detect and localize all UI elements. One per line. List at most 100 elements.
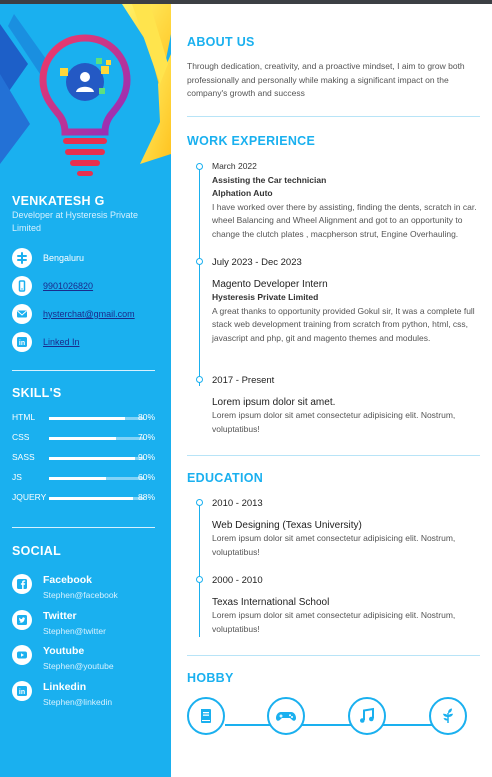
profile-illustration <box>0 4 171 184</box>
skill-bar <box>49 437 144 440</box>
skill-bar <box>49 477 144 480</box>
timeline-line <box>199 166 200 386</box>
timeline-dot <box>196 376 203 383</box>
linkedin-icon: in <box>12 332 32 352</box>
skill-percent: 88% <box>137 492 155 502</box>
skill-percent: 80% <box>137 412 155 422</box>
education-title: Web Designing (Texas University) <box>212 519 362 531</box>
location-icon <box>12 248 32 268</box>
work-description: I have worked over there by assisting, f… <box>212 201 477 239</box>
social-twitter-handle: Stephen@twitter <box>43 626 106 636</box>
work-title: Assisting the Car technician <box>212 174 327 185</box>
work-date: 2017 - Present <box>212 375 275 386</box>
skill-name: SASS <box>12 452 35 462</box>
skill-bar-fill <box>49 477 106 480</box>
timeline-dot <box>196 499 203 506</box>
education-title: Texas International School <box>212 596 330 608</box>
timeline-line <box>199 502 200 637</box>
work-entry: July 2023 - Dec 2023 Magento Developer I… <box>212 256 480 345</box>
education-date: 2000 - 2010 <box>212 575 263 586</box>
skill-name: JS <box>12 472 22 482</box>
skill-name: HTML <box>12 412 36 422</box>
work-entry: March 2022 Assisting the Car technician … <box>212 160 480 241</box>
education-entry: 2000 - 2010 Texas International School L… <box>212 574 480 636</box>
social-facebook[interactable]: Facebook Stephen@facebook <box>12 574 118 600</box>
twitter-icon <box>12 610 32 630</box>
education-description: Lorem ipsum dolor sit amet consectetur a… <box>212 610 456 634</box>
gamepad-icon <box>267 697 305 735</box>
section-divider <box>187 655 480 656</box>
contact-phone-link[interactable]: 9901026820 <box>43 281 93 291</box>
contact-phone: 9901026820 <box>12 276 93 296</box>
social-facebook-name: Facebook <box>43 574 93 586</box>
skill-bar-fill <box>49 457 135 460</box>
social-linkedin-name: Linkedin <box>43 681 87 693</box>
youtube-icon <box>12 645 32 665</box>
contact-linkedin: in Linked In <box>12 332 80 352</box>
svg-text:in: in <box>19 689 25 696</box>
social-twitter[interactable]: Twitter Stephen@twitter <box>12 610 106 636</box>
contact-location: Bengaluru <box>12 248 84 268</box>
skill-bar <box>49 497 144 500</box>
skills-heading: SKILL'S <box>12 386 62 400</box>
social-twitter-name: Twitter <box>43 610 77 622</box>
skill-row: CSS 70% <box>12 432 155 444</box>
music-icon <box>348 697 386 735</box>
work-title: Lorem ipsum dolor sit amet. <box>212 396 336 408</box>
contact-location-text: Bengaluru <box>43 253 85 263</box>
email-icon <box>12 304 32 324</box>
work-title: Magento Developer Intern <box>212 278 328 290</box>
skill-name: JQUERY <box>12 492 47 502</box>
profile-role: Developer at Hysteresis Private Limited <box>12 210 139 233</box>
svg-text:in: in <box>19 340 25 347</box>
section-divider <box>187 455 480 456</box>
skill-bar-fill <box>49 497 133 500</box>
work-description: A great thanks to opportunity provided G… <box>212 305 475 343</box>
section-divider <box>187 116 480 117</box>
social-youtube-handle: Stephen@youtube <box>43 661 114 671</box>
main-content: ABOUT US Through dedication, creativity,… <box>171 4 492 777</box>
plant-icon <box>429 697 467 735</box>
book-icon <box>187 697 225 735</box>
skill-row: HTML 80% <box>12 412 155 424</box>
skill-percent: 70% <box>137 432 155 442</box>
education-heading: EDUCATION <box>187 471 264 485</box>
skill-name: CSS <box>12 432 30 442</box>
skill-percent: 60% <box>137 472 155 482</box>
sidebar-divider <box>12 527 155 528</box>
social-facebook-handle: Stephen@facebook <box>43 590 118 600</box>
profile-name: VENKATESH G <box>12 194 105 208</box>
contact-linkedin-link[interactable]: Linked In <box>43 337 80 347</box>
skill-bar <box>49 417 144 420</box>
timeline-dot <box>196 576 203 583</box>
work-company: Hysteresis Private Limited <box>212 292 319 302</box>
social-linkedin-handle: Stephen@linkedin <box>43 697 113 707</box>
contact-email: hysterchat@gmail.com <box>12 304 135 324</box>
skill-row: JQUERY 88% <box>12 492 155 504</box>
sidebar: VENKATESH G Developer at Hysteresis Priv… <box>0 4 171 777</box>
work-date: July 2023 - Dec 2023 <box>212 257 302 268</box>
education-entry: 2010 - 2013 Web Designing (Texas Univers… <box>212 497 480 559</box>
social-youtube[interactable]: Youtube Stephen@youtube <box>12 645 114 671</box>
about-heading: ABOUT US <box>187 35 255 49</box>
skill-row: JS 60% <box>12 472 155 484</box>
work-company: Alphation Auto <box>212 188 273 198</box>
phone-icon <box>12 276 32 296</box>
work-entry: 2017 - Present Lorem ipsum dolor sit ame… <box>212 374 480 436</box>
work-date: March 2022 <box>212 161 257 171</box>
skill-bar-fill <box>49 437 116 440</box>
education-description: Lorem ipsum dolor sit amet consectetur a… <box>212 533 456 557</box>
facebook-icon <box>12 574 32 594</box>
timeline-dot <box>196 258 203 265</box>
contact-email-link[interactable]: hysterchat@gmail.com <box>43 309 135 319</box>
social-youtube-name: Youtube <box>43 645 85 657</box>
social-heading: SOCIAL <box>12 544 62 558</box>
timeline-dot <box>196 163 203 170</box>
about-text: Through dedication, creativity, and a pr… <box>187 61 465 98</box>
work-description: Lorem ipsum dolor sit amet consectetur a… <box>212 410 456 434</box>
hobby-connector <box>225 724 435 726</box>
social-linkedin[interactable]: in Linkedin Stephen@linkedin <box>12 681 112 707</box>
skill-row: SASS 90% <box>12 452 155 464</box>
hobby-heading: HOBBY <box>187 671 234 685</box>
education-date: 2010 - 2013 <box>212 498 263 509</box>
